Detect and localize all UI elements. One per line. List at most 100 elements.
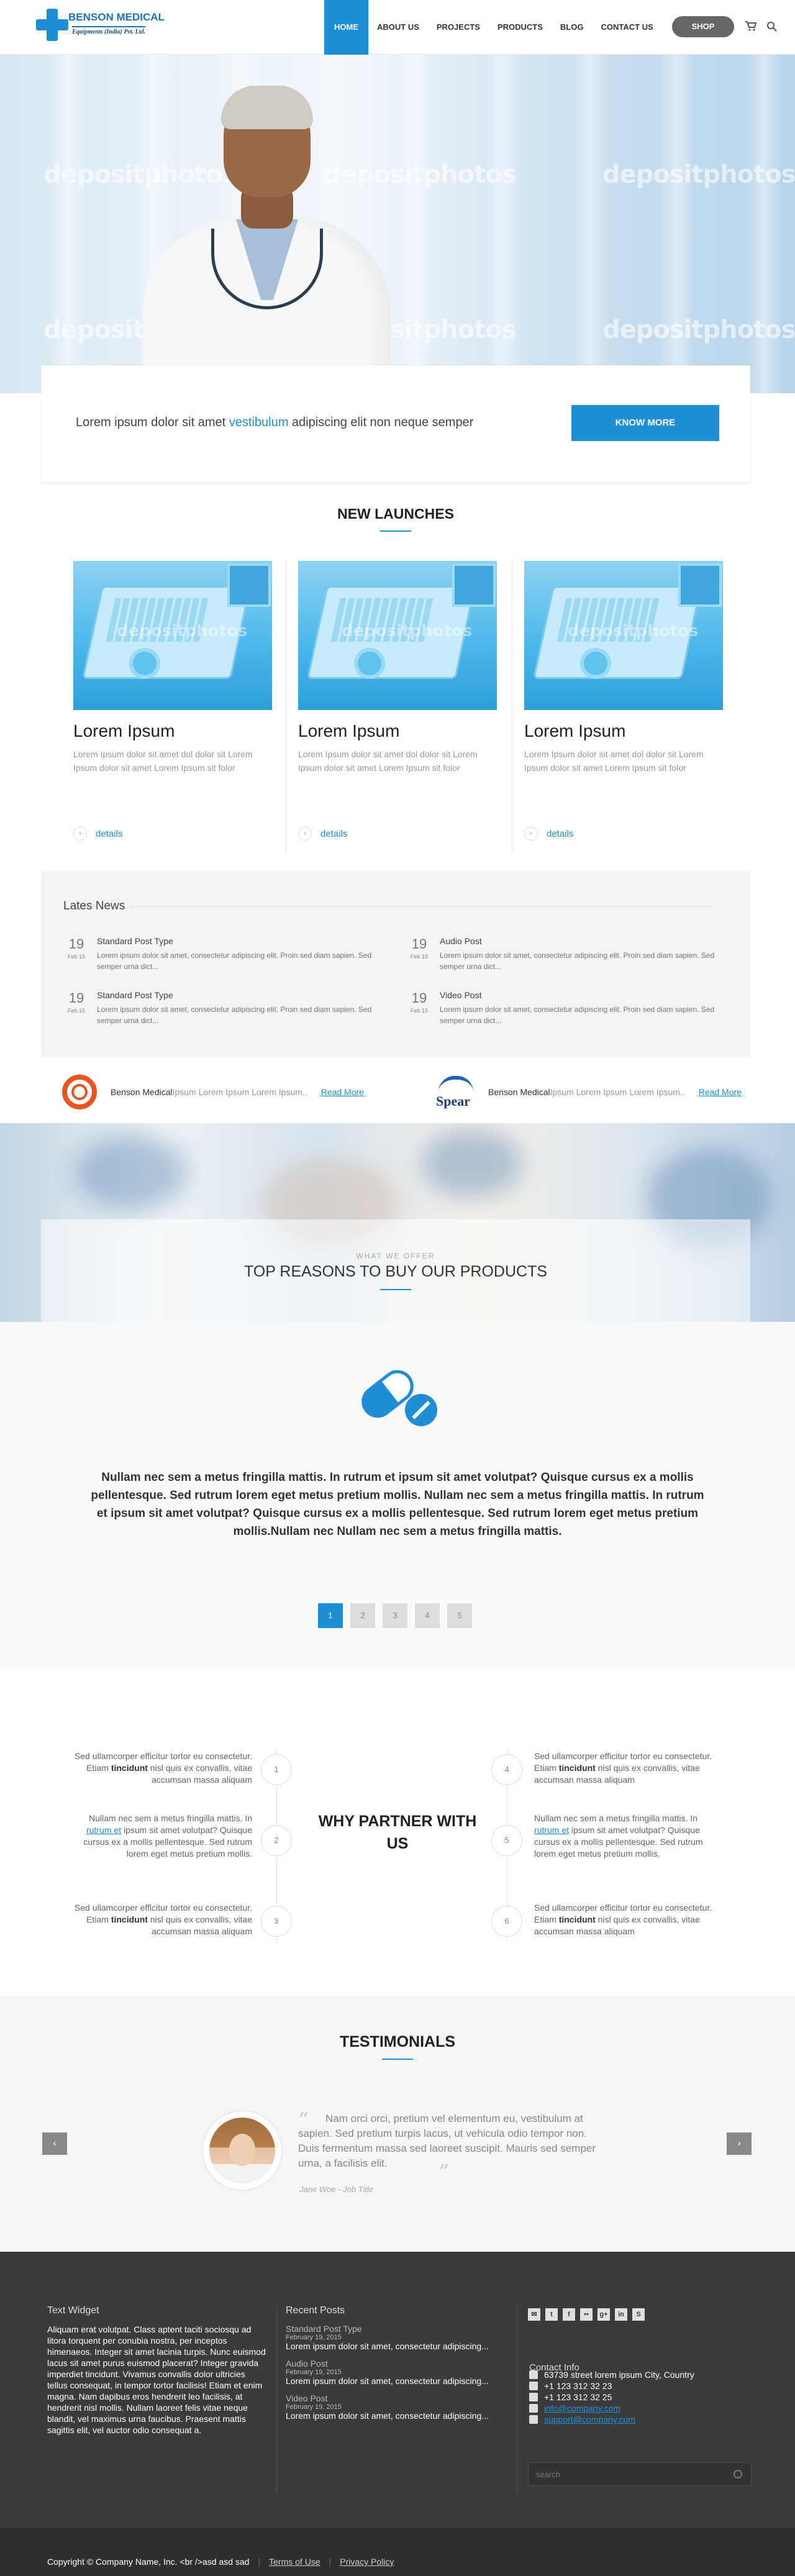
main-nav: HOME ABOUT US PROJECTS PRODUCTS BLOG CON… <box>324 0 662 55</box>
nav-contact-us[interactable]: CONTACT US <box>592 0 661 55</box>
pagination: 1 2 3 4 5 <box>318 1603 479 1628</box>
cta-link[interactable]: vestibulum <box>229 416 289 429</box>
cta-box: Lorem ipsum dolor sit amet vestibulum ad… <box>41 365 750 483</box>
chevron-right-icon: › <box>524 827 538 840</box>
privacy-link[interactable]: Privacy Policy <box>340 2557 394 2567</box>
search-icon[interactable] <box>766 21 778 32</box>
chevron-right-icon: › <box>298 827 312 840</box>
twitter-icon[interactable]: t <box>545 2308 558 2321</box>
page-button[interactable]: 1 <box>318 1603 343 1628</box>
facebook-icon[interactable]: f <box>563 2308 575 2321</box>
search-input[interactable] <box>529 2463 715 2485</box>
read-more-link[interactable]: Read More <box>699 1087 742 1097</box>
site-header: BENSON MEDICAL Equipments (India) Pvt. L… <box>0 0 795 55</box>
why-item: Sed ullamcorper efficitur tortor eu cons… <box>74 1903 252 1936</box>
details-link[interactable]: › details <box>524 827 573 840</box>
chevron-right-icon: › <box>73 827 87 840</box>
why-item: Nullam nec sem a metus fringilla mattis.… <box>534 1813 703 1859</box>
product-desc: Lorem Ipsum dolor sit amet dol dolor sit… <box>73 749 253 773</box>
divider <box>130 906 713 907</box>
page-button[interactable]: 3 <box>383 1603 407 1628</box>
read-more-link[interactable]: Read More <box>321 1087 364 1097</box>
skype-icon[interactable]: S <box>632 2308 645 2321</box>
recent-post[interactable]: Standard Post Type February 19, 2015 Lorem… <box>286 2324 509 2351</box>
product-desc: Lorem Ipsum dolor sit amet dol dolor sit… <box>524 749 704 773</box>
nav-products[interactable]: PRODUCTS <box>489 0 552 55</box>
email-link[interactable]: support@company.com <box>544 2414 635 2424</box>
shop-button[interactable]: SHOP <box>672 16 734 37</box>
product-card: depositphotos Lorem Ipsum Lorem Ipsum do… <box>73 561 272 847</box>
why-item: Sed ullamcorper efficitur tortor eu cons… <box>74 1751 252 1785</box>
title-underline <box>382 2059 413 2060</box>
inline-link[interactable]: rutrum et <box>86 1825 121 1835</box>
product-image[interactable]: depositphotos <box>524 561 723 710</box>
news-item[interactable]: 19 Feb 15 Video Post Lorem ipsum dolor s… <box>407 990 730 1027</box>
recent-post[interactable]: Video Post February 19, 2015 Lorem ipsum d… <box>286 2393 509 2421</box>
news-headline[interactable]: Standard Post Type <box>97 990 173 1000</box>
news-headline[interactable]: Standard Post Type <box>97 936 173 946</box>
next-arrow-icon[interactable]: › <box>727 2132 752 2155</box>
testimonial-quote: Nam orci orci, pretium vel elementum eu,… <box>298 2113 596 2169</box>
news-headline[interactable]: Video Post <box>440 990 481 1000</box>
why-item: Sed ullamcorper efficitur tortor eu cons… <box>534 1903 712 1936</box>
recent-posts: Standard Post Type February 19, 2015 Lorem… <box>286 2324 509 2428</box>
logo[interactable]: BENSON MEDICAL Equipments (India) Pvt. L… <box>36 7 166 45</box>
cart-icon[interactable] <box>745 21 756 31</box>
partner-item: Spear Benson Medical Ipsum Lorem Ipsum L… <box>432 1061 742 1123</box>
news-day: 19 <box>68 936 84 952</box>
news-excerpt: Lorem ipsum dolor sit amet, consectetur … <box>440 1005 715 1025</box>
details-link[interactable]: › details <box>73 827 122 840</box>
ubuntu-logo-icon <box>62 1075 97 1109</box>
linkedin-icon[interactable]: in <box>615 2308 627 2321</box>
nav-projects[interactable]: PROJECTS <box>428 0 489 55</box>
step-number: 1 <box>261 1754 292 1785</box>
mail-icon[interactable]: ✉ <box>528 2308 540 2321</box>
reasons-title: TOP REASONS TO BUY OUR PRODUCTS <box>243 1263 548 1280</box>
page-button[interactable]: 5 <box>447 1603 472 1628</box>
contact-address: 63739 street lorem ipsum City, Country <box>529 2370 694 2380</box>
search-icon[interactable] <box>734 2470 742 2478</box>
details-link[interactable]: › details <box>298 827 347 840</box>
news-headline[interactable]: Audio Post <box>440 936 482 946</box>
news-day: 19 <box>411 936 427 952</box>
step-number: 3 <box>261 1906 292 1937</box>
spear-wave-icon <box>438 1076 473 1092</box>
section-title: TESTIMONIALS <box>339 2033 456 2050</box>
why-partner-section: Sed ullamcorper efficitur tortor eu cons… <box>0 1668 795 1996</box>
product-image[interactable]: depositphotos <box>298 561 497 710</box>
cta-text: Lorem ipsum dolor sit amet vestibulum ad… <box>76 416 474 429</box>
product-image[interactable]: depositphotos <box>73 561 272 710</box>
terms-link[interactable]: Terms of Use <box>269 2557 320 2567</box>
know-more-button[interactable]: KNOW MORE <box>571 405 719 441</box>
news-excerpt: Lorem ipsum dolor sit amet, consectetur … <box>97 1005 372 1025</box>
news-excerpt: Lorem ipsum dolor sit amet, consectetur … <box>97 951 372 971</box>
page-button[interactable]: 4 <box>415 1603 440 1628</box>
news-item[interactable]: 19 Feb 15 Standard Post Type Lorem ipsum… <box>65 990 388 1027</box>
product-title: Lorem Ipsum <box>298 721 400 740</box>
spear-logo: Spear <box>432 1072 478 1112</box>
footer-search <box>528 2462 752 2486</box>
nav-blog[interactable]: BLOG <box>552 0 593 55</box>
news-item[interactable]: 19 Feb 15 Standard Post Type Lorem ipsum… <box>65 936 388 973</box>
inline-link[interactable]: rutrum et <box>534 1825 569 1835</box>
news-item[interactable]: 19 Feb 15 Audio Post Lorem ipsum dolor s… <box>407 936 730 973</box>
testimonials-section: TESTIMONIALS ‹ › “ Nam orci orci, pretiu… <box>0 1996 795 2252</box>
reasons-slider: Nullam nec sem a metus fringilla mattis.… <box>0 1322 795 1668</box>
flickr-icon[interactable]: •• <box>580 2308 593 2321</box>
footer-heading: Text Widget <box>47 2305 99 2316</box>
product-title: Lorem Ipsum <box>73 721 175 740</box>
prev-arrow-icon[interactable]: ‹ <box>42 2132 67 2155</box>
testimonial-author: Jane Woe - Job Title <box>299 2185 374 2194</box>
text-widget: Aliquam erat volutpat. Class aptent taci… <box>47 2324 266 2435</box>
nav-home[interactable]: HOME <box>324 0 368 55</box>
contact-mobile: +1 123 312 32 25 <box>529 2392 612 2402</box>
reasons-banner: WHAT WE OFFER TOP REASONS TO BUY OUR PRO… <box>0 1123 795 1322</box>
email-link[interactable]: info@company.com <box>544 2403 620 2413</box>
footer-heading: Recent Posts <box>286 2305 345 2316</box>
recent-post[interactable]: Audio Post February 19, 2015 Lorem ipsum d… <box>286 2359 509 2386</box>
page-button[interactable]: 2 <box>350 1603 375 1628</box>
google-plus-icon[interactable]: g+ <box>597 2308 610 2321</box>
news-day: 19 <box>68 990 84 1006</box>
why-title: WHY PARTNER WITH US <box>318 1813 477 1852</box>
nav-about-us[interactable]: ABOUT US <box>368 0 428 55</box>
